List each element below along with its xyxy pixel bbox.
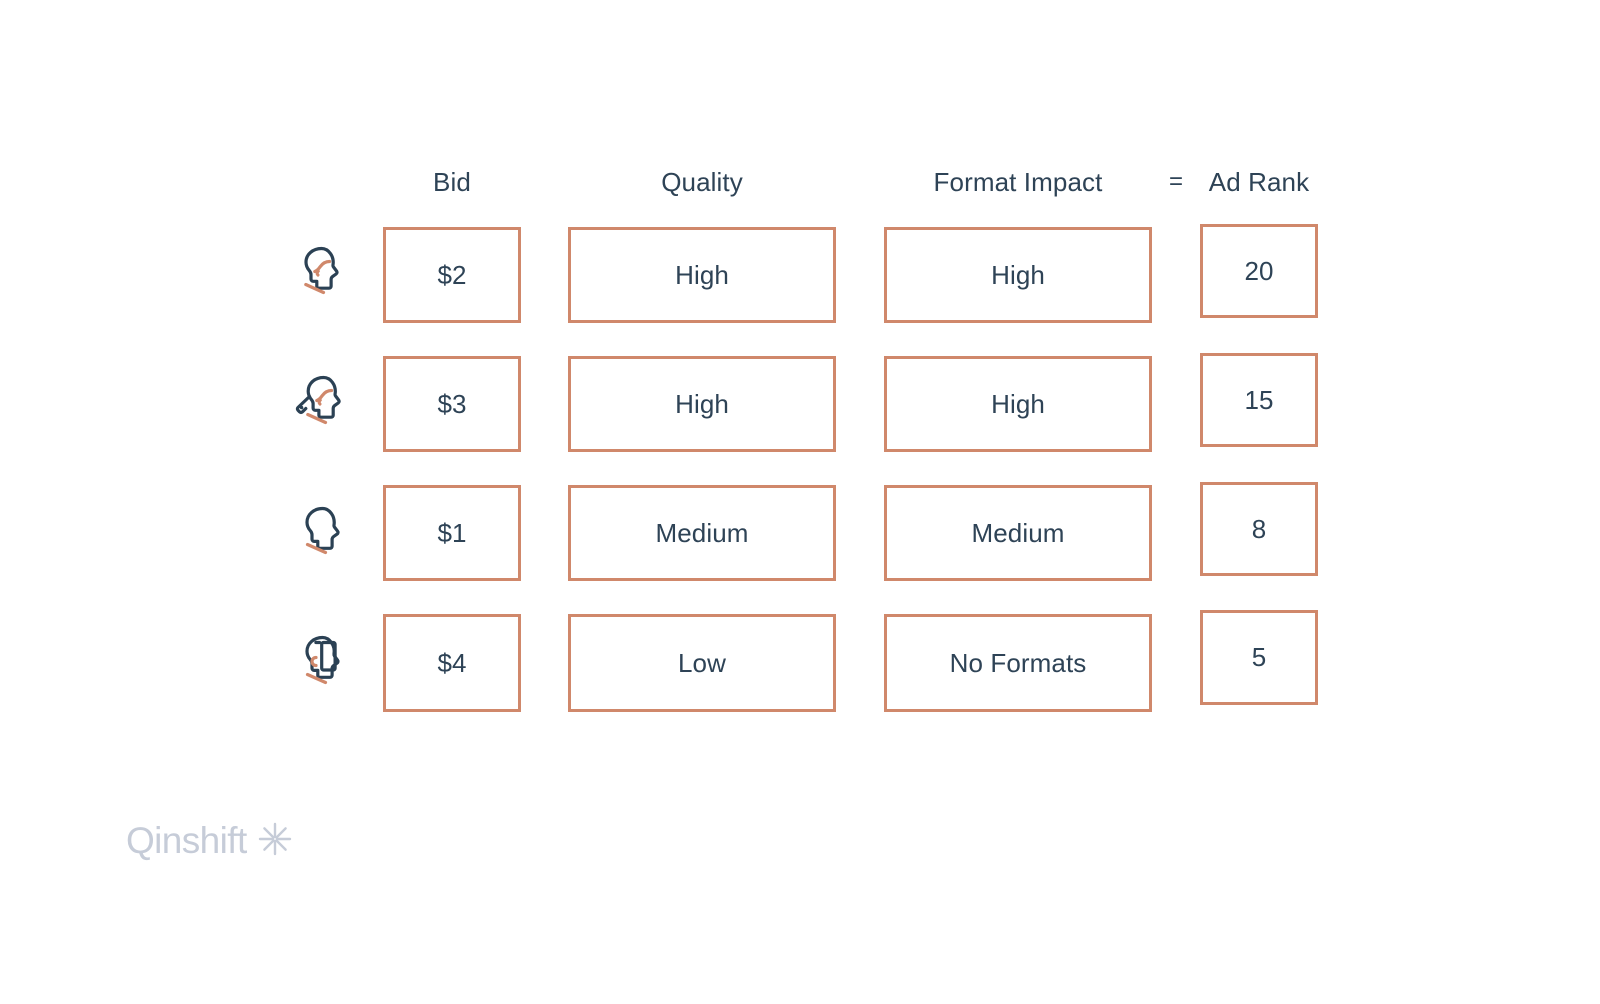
cell-quality: Medium	[568, 485, 836, 581]
column-header-quality: Quality	[661, 167, 743, 197]
column-header-ad-rank: Ad Rank	[1208, 167, 1310, 197]
person-head-outline-icon	[292, 499, 356, 563]
brand-logo: Qinshift	[126, 818, 293, 864]
table-row: $2 High High 20	[0, 224, 1600, 323]
table-row: $1 Medium Medium 8	[0, 482, 1600, 581]
column-header-format-impact: Format Impact	[933, 167, 1103, 197]
table-row: $3 High High 15	[0, 353, 1600, 452]
table-header-row: Bid Quality Format Impact = Ad Rank	[0, 160, 1600, 204]
starburst-icon	[257, 821, 293, 862]
cell-quality: Low	[568, 614, 836, 712]
cell-ad-rank: 20	[1200, 224, 1318, 318]
column-header-bid: Bid	[433, 167, 471, 197]
cell-bid: $4	[383, 614, 521, 712]
cell-format-impact: Medium	[884, 485, 1152, 581]
cell-format-impact: No Formats	[884, 614, 1152, 712]
cell-format-impact: High	[884, 356, 1152, 452]
cell-ad-rank: 15	[1200, 353, 1318, 447]
cell-format-impact: High	[884, 227, 1152, 323]
cell-ad-rank: 5	[1200, 610, 1318, 705]
cell-quality: High	[568, 227, 836, 323]
table-row: $4 Low No Formats 5	[0, 610, 1600, 712]
person-head-profile-icon	[288, 240, 352, 304]
equals-sign: =	[1168, 168, 1184, 195]
brand-wordmark: Qinshift	[126, 820, 247, 861]
person-head-bracket-icon	[292, 628, 356, 692]
ad-rank-formula-diagram: Bid Quality Format Impact = Ad Rank $2 H…	[0, 0, 1600, 1004]
cell-bid: $3	[383, 356, 521, 452]
person-head-profile-pointer-icon	[288, 369, 352, 433]
cell-bid: $1	[383, 485, 521, 581]
cell-ad-rank: 8	[1200, 482, 1318, 576]
cell-quality: High	[568, 356, 836, 452]
cell-bid: $2	[383, 227, 521, 323]
